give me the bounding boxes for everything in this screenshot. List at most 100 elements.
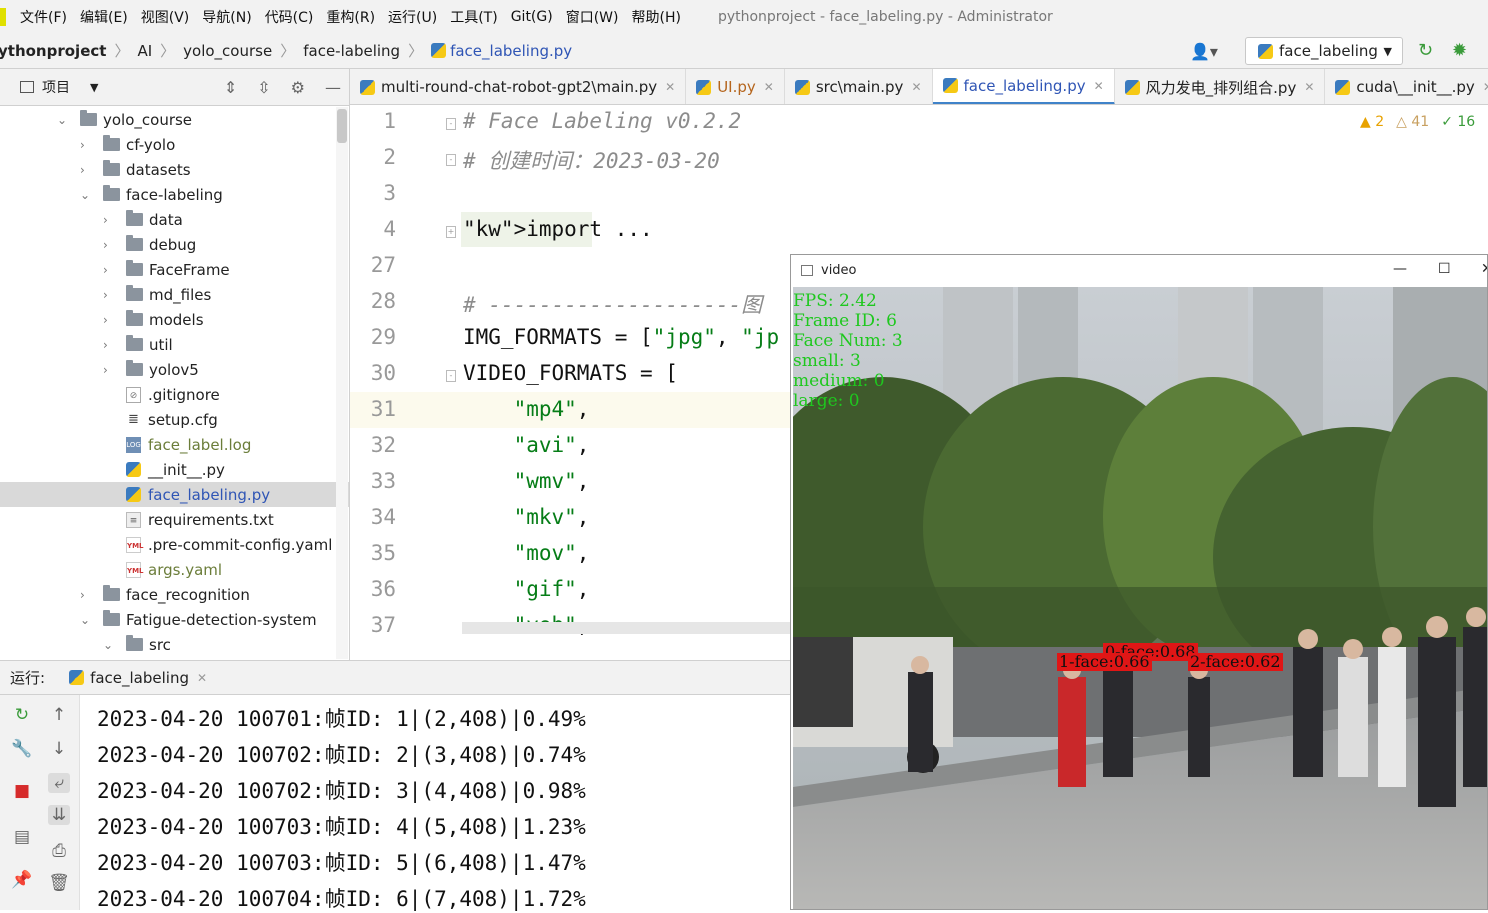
close-icon[interactable]: ✕ xyxy=(197,671,207,685)
console-output[interactable]: 2023-04-20 100701:帧ID: 1|(2,408)|0.49% 20… xyxy=(80,695,790,911)
tree-item[interactable]: LOG face_label.log xyxy=(0,432,349,457)
tree-item[interactable]: face_labeling.py xyxy=(0,482,349,507)
tree-item[interactable]: › FaceFrame xyxy=(0,257,349,282)
rerun-icon[interactable]: ↻ xyxy=(11,705,33,725)
tree-item[interactable]: ⌄ Fatigue-detection-system xyxy=(0,607,349,632)
tree-item[interactable]: › datasets xyxy=(0,157,349,182)
stop-icon[interactable]: ■ xyxy=(11,781,33,801)
tree-item[interactable]: ≡ requirements.txt xyxy=(0,507,349,532)
minimize-icon[interactable]: — xyxy=(325,78,341,97)
chevron-right-icon[interactable]: › xyxy=(103,213,113,227)
chevron-right-icon[interactable]: › xyxy=(80,588,90,602)
tree-item[interactable]: › md_files xyxy=(0,282,349,307)
editor-tab[interactable]: src\main.py ✕ xyxy=(785,69,933,104)
close-icon[interactable]: ✕ xyxy=(1481,261,1487,277)
chevron-down-icon[interactable]: ▼ xyxy=(90,81,98,94)
close-icon[interactable]: ✕ xyxy=(1483,80,1488,94)
close-icon[interactable]: ✕ xyxy=(911,80,921,94)
collapse-all-icon[interactable]: ⇳ xyxy=(257,78,270,97)
editor-tab[interactable]: UI.py ✕ xyxy=(686,69,785,104)
video-window-titlebar[interactable]: video — ☐ ✕ xyxy=(791,255,1487,286)
menu-edit[interactable]: 编辑(E) xyxy=(80,7,128,27)
minimize-icon[interactable]: — xyxy=(1393,261,1407,277)
tree-item[interactable]: › util xyxy=(0,332,349,357)
scroll-to-end-icon[interactable]: ⇊ xyxy=(48,805,70,825)
tree-item[interactable]: › debug xyxy=(0,232,349,257)
tree-item[interactable]: ⊘ .gitignore xyxy=(0,382,349,407)
run-tab[interactable]: face_labeling ✕ xyxy=(69,669,207,687)
chevron-down-icon[interactable]: ⌄ xyxy=(80,613,90,627)
menu-run[interactable]: 运行(U) xyxy=(388,7,437,27)
tree-item[interactable]: › models xyxy=(0,307,349,332)
print-icon[interactable]: ⎙ xyxy=(48,841,70,861)
tree-item[interactable]: › yolov5 xyxy=(0,357,349,382)
menu-view[interactable]: 视图(V) xyxy=(141,7,190,27)
run-configuration-select[interactable]: face_labeling ▼ xyxy=(1245,37,1403,65)
chevron-right-icon[interactable]: › xyxy=(80,163,90,177)
tree-item[interactable]: ⌄ yolo_course xyxy=(0,107,349,132)
close-icon[interactable]: ✕ xyxy=(1304,80,1314,94)
chevron-right-icon[interactable]: › xyxy=(103,238,113,252)
fold-expand-icon[interactable]: + xyxy=(446,226,456,238)
layout-icon[interactable]: ▤ xyxy=(11,827,33,847)
editor-horizontal-scrollbar[interactable] xyxy=(462,622,790,634)
video-window[interactable]: video — ☐ ✕ xyxy=(790,254,1488,910)
tree-item[interactable]: › cf-yolo xyxy=(0,132,349,157)
tree-item[interactable]: YML .pre-commit-config.yaml xyxy=(0,532,349,557)
fold-collapse-icon[interactable]: - xyxy=(446,154,456,166)
menu-navigate[interactable]: 导航(N) xyxy=(202,7,251,27)
menu-file[interactable]: 文件(F) xyxy=(20,7,67,27)
chevron-right-icon[interactable]: › xyxy=(103,288,113,302)
gear-icon[interactable]: ⚙ xyxy=(291,78,305,97)
code-editor[interactable]: 1- # Face Labeling v0.2.2 2- # 创建时间：2023-03… xyxy=(350,105,790,660)
maximize-icon[interactable]: ☐ xyxy=(1438,261,1451,277)
pin-icon[interactable]: 📌 xyxy=(11,870,33,890)
breadcrumb-yolo-course[interactable]: yolo_course xyxy=(183,42,272,60)
tree-item[interactable]: ≣ setup.cfg xyxy=(0,407,349,432)
menu-git[interactable]: Git(G) xyxy=(511,9,553,25)
chevron-down-icon[interactable]: ⌄ xyxy=(57,113,67,127)
editor-tab[interactable]: cuda\__init__.py ✕ xyxy=(1325,69,1488,104)
breadcrumb-face-labeling[interactable]: face-labeling xyxy=(303,42,400,60)
breadcrumb-project[interactable]: ythonproject xyxy=(0,42,106,60)
menu-refactor[interactable]: 重构(R) xyxy=(326,7,375,27)
tree-item[interactable]: ⌄ src xyxy=(0,632,349,657)
project-scrollbar-track[interactable] xyxy=(336,107,348,659)
close-icon[interactable]: ✕ xyxy=(665,80,675,94)
chevron-right-icon[interactable]: › xyxy=(80,138,90,152)
breadcrumb-current-file[interactable]: face_labeling.py xyxy=(450,42,572,60)
editor-tab[interactable]: 风力发电_排列组合.py ✕ xyxy=(1115,69,1326,104)
arrow-down-icon[interactable]: ↓ xyxy=(48,739,70,759)
menu-code[interactable]: 代码(C) xyxy=(265,7,314,27)
inspection-widget[interactable]: ▲ 2 △ 41 ✓ 16 xyxy=(1360,114,1475,130)
close-icon[interactable]: ✕ xyxy=(764,80,774,94)
editor-tab[interactable]: face_labeling.py ✕ xyxy=(932,69,1115,104)
tree-item[interactable]: › face_recognition xyxy=(0,582,349,607)
tree-item[interactable]: __init__.py xyxy=(0,457,349,482)
trash-icon[interactable]: 🗑 xyxy=(48,873,70,893)
breadcrumb-ai[interactable]: AI xyxy=(137,42,152,60)
menu-help[interactable]: 帮助(H) xyxy=(631,7,680,27)
editor-tab[interactable]: multi-round-chat-robot-gpt2\main.py ✕ xyxy=(350,69,687,104)
user-icon[interactable]: 👤▾ xyxy=(1190,42,1218,61)
chevron-down-icon[interactable]: ⌄ xyxy=(80,188,90,202)
close-icon[interactable]: ✕ xyxy=(1094,79,1104,93)
fold-collapse-icon[interactable]: - xyxy=(446,370,456,382)
menu-tools[interactable]: 工具(T) xyxy=(450,7,497,27)
expand-all-icon[interactable]: ⇕ xyxy=(224,78,237,97)
debug-bug-icon[interactable]: ✹ xyxy=(1452,40,1467,61)
arrow-up-icon[interactable]: ↑ xyxy=(48,705,70,725)
tree-item[interactable]: ⌄ face-labeling xyxy=(0,182,349,207)
menu-window[interactable]: 窗口(W) xyxy=(566,7,619,27)
fold-collapse-icon[interactable]: - xyxy=(446,118,456,130)
chevron-down-icon[interactable]: ⌄ xyxy=(103,638,113,652)
chevron-right-icon[interactable]: › xyxy=(103,263,113,277)
soft-wrap-icon[interactable]: ⤶ xyxy=(48,773,70,793)
wrench-icon[interactable]: 🔧 xyxy=(11,739,33,759)
chevron-right-icon[interactable]: › xyxy=(103,338,113,352)
chevron-right-icon[interactable]: › xyxy=(103,313,113,327)
project-scrollbar-thumb[interactable] xyxy=(337,109,347,143)
tree-item[interactable]: YML args.yaml xyxy=(0,557,349,582)
chevron-right-icon[interactable]: › xyxy=(103,363,113,377)
rerun-icon[interactable]: ↻ xyxy=(1418,40,1433,61)
